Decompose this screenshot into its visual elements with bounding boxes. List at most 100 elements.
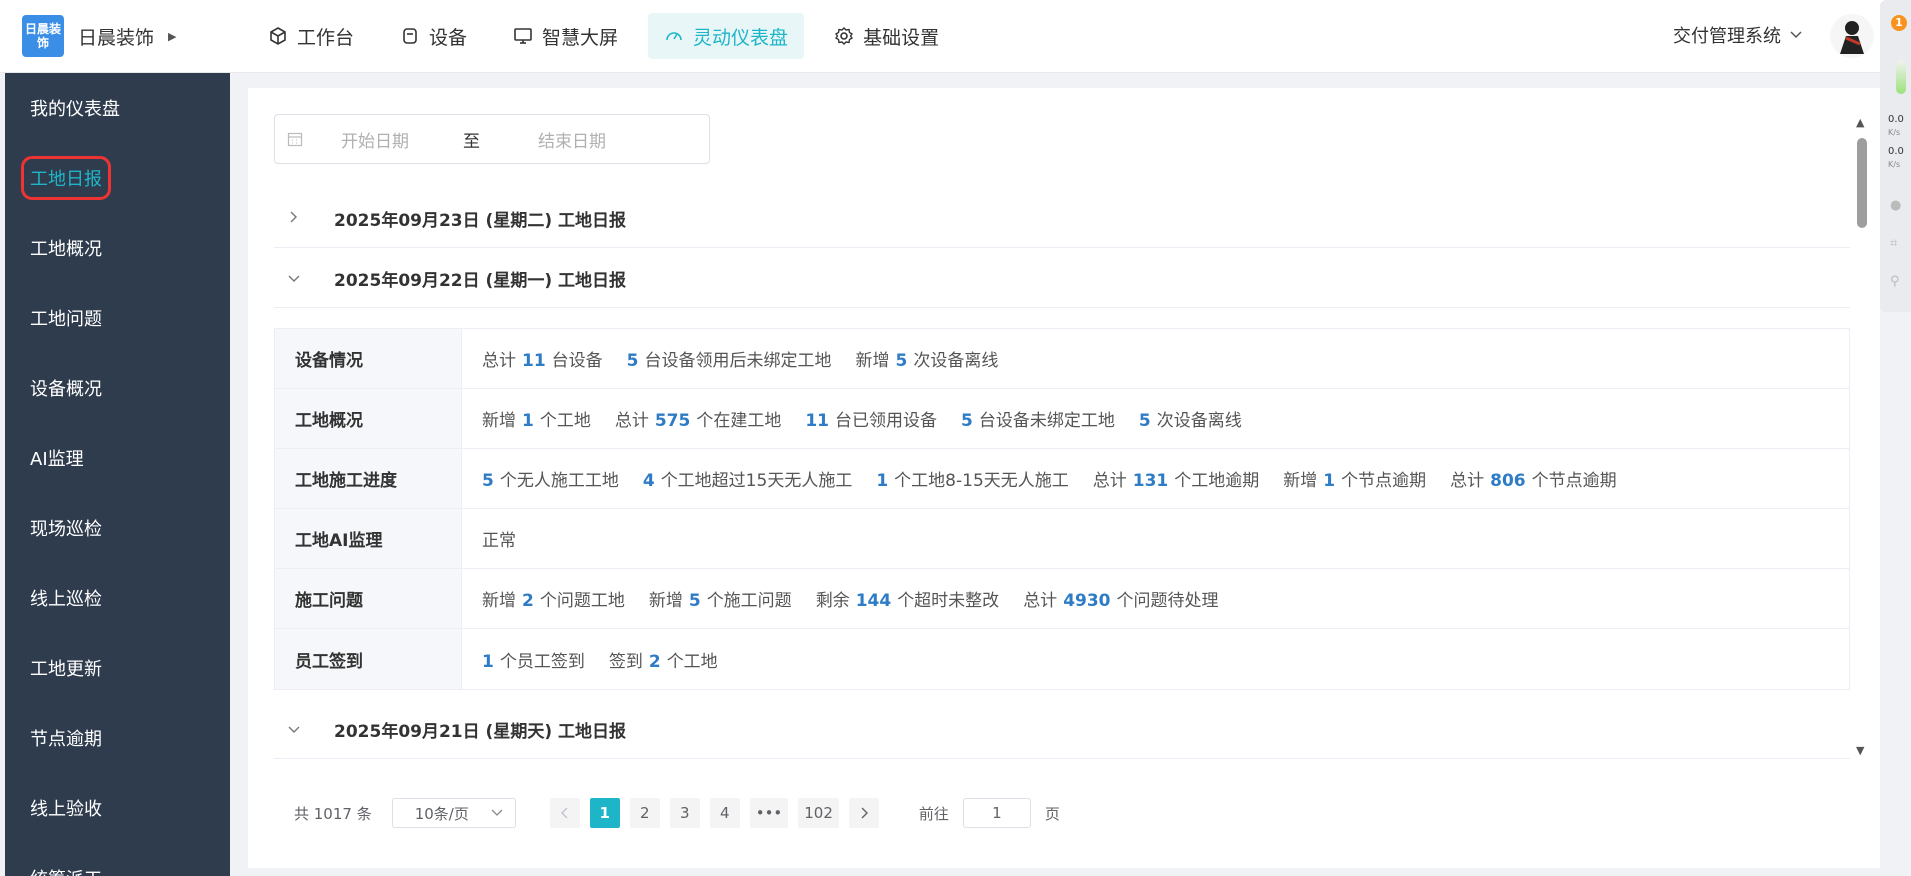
goto-page: 前往 1 页	[919, 798, 1060, 828]
stat-suffix: 个节点逾期	[1531, 471, 1617, 491]
user-avatar-icon	[1840, 21, 1864, 54]
brand-logo: 日晨装饰	[22, 15, 64, 57]
network-speed-widget[interactable]: 1 0.0 K/s 0.0 K/s ● ⌗ ⚲	[1880, 0, 1911, 312]
page-button[interactable]: 4	[709, 798, 740, 828]
detail-row-label: 施工问题	[275, 569, 462, 628]
stat-number: 806	[1490, 471, 1526, 491]
sidebar-item-device-overview[interactable]: 设备概况	[5, 353, 230, 423]
sidebar-item-label: 线上巡检	[30, 589, 102, 610]
chevron-left-icon	[560, 807, 568, 819]
report-detail-table: 设备情况 总计 11 台设备 5 台设备领用后未绑定工地 新增 5 次设备离线 工地概况 新增 1 个工…	[274, 328, 1850, 690]
sidebar-item-site-issues[interactable]: 工地问题	[5, 283, 230, 353]
scroll-up-icon[interactable]: ▲	[1856, 116, 1864, 129]
nav-label: 灵动仪表盘	[693, 26, 789, 49]
chevron-down-icon	[1790, 31, 1802, 39]
system-select[interactable]: 交付管理系统	[1673, 22, 1803, 48]
sidebar-item-node-overdue[interactable]: 节点逾期	[5, 703, 230, 773]
chevron-right-icon	[861, 807, 868, 819]
next-page-button[interactable]	[848, 798, 879, 828]
sidebar-item-site-overview[interactable]: 工地概况	[5, 213, 230, 283]
report-header[interactable]: 2025年09月22日 (星期一) 工地日报	[274, 250, 1850, 308]
sidebar-item-online-inspection[interactable]: 线上巡检	[5, 563, 230, 633]
detail-row-label: 工地AI监理	[275, 509, 462, 568]
stat-suffix: 个无人施工工地	[499, 471, 619, 491]
prev-page-button[interactable]	[549, 798, 580, 828]
start-date-input[interactable]: 开始日期	[341, 127, 409, 152]
notification-badge: 1	[1891, 15, 1907, 31]
stat-number: 5	[1138, 411, 1151, 431]
sidebar-item-label: 节点逾期	[30, 729, 102, 750]
stat-segment: 新增 1 个工地	[482, 406, 591, 431]
sidebar-item-my-dashboard[interactable]: 我的仪表盘	[5, 73, 230, 143]
dashboard-icon	[666, 32, 682, 41]
brand[interactable]: 日晨装饰 日晨装饰 ▶	[0, 15, 230, 57]
stat-number: 11	[522, 351, 546, 371]
nav-device[interactable]: 设备	[384, 13, 483, 59]
upload-unit: K/s	[1888, 128, 1901, 137]
stat-prefix: 剩余	[815, 591, 850, 611]
detail-row-values: 正常	[462, 509, 1849, 568]
sidebar-item-site-updates[interactable]: 工地更新	[5, 633, 230, 703]
goto-page-input[interactable]: 1	[962, 798, 1031, 828]
crop-icon[interactable]: ⌗	[1890, 236, 1908, 252]
sidebar-item-dispatch[interactable]: 统筹派工	[5, 843, 230, 876]
stat-suffix: 个施工问题	[706, 591, 792, 611]
stat-suffix: 个工地	[539, 411, 591, 431]
sidebar-item-onsite-inspection[interactable]: 现场巡检	[5, 493, 230, 563]
detail-row-values: 新增 1 个工地 总计 575 个在建工地 11 台已领用设备 5 台设备未绑定工地 5 次设备离线	[462, 389, 1849, 448]
sidebar-item-label: 工地问题	[30, 309, 102, 330]
stat-number: 1	[522, 411, 534, 431]
avatar[interactable]	[1830, 14, 1874, 58]
stat-suffix: 个员工签到	[499, 651, 585, 672]
stat-number: 144	[855, 591, 892, 611]
nav-big-screen[interactable]: 智慧大屏	[497, 13, 634, 59]
nav-label: 设备	[429, 26, 468, 49]
scrollbar[interactable]: ▲ ▼	[1854, 116, 1868, 757]
search-icon[interactable]: ⚲	[1890, 274, 1908, 290]
chevron-down-icon	[274, 271, 334, 287]
end-date-input[interactable]: 结束日期	[538, 127, 606, 152]
nav-dashboard[interactable]: 灵动仪表盘	[648, 13, 805, 59]
page-button[interactable]: 102	[798, 798, 839, 828]
report-header[interactable]: 2025年09月21日 (星期天) 工地日报	[274, 701, 1850, 759]
sidebar-item-label: 统筹派工	[30, 865, 102, 876]
scroll-thumb[interactable]	[1857, 138, 1867, 228]
stat-prefix: 新增	[482, 591, 516, 611]
report-header[interactable]: 2025年09月23日 (星期二) 工地日报	[274, 190, 1850, 248]
page-size-value: 10条/页	[414, 804, 469, 823]
stat-suffix: 个工地逾期	[1174, 471, 1260, 491]
more-pages-button[interactable]: •••	[749, 798, 789, 828]
chevron-down-icon	[491, 809, 503, 816]
sidebar-item-label: 我的仪表盘	[30, 99, 120, 120]
monitor-icon	[514, 28, 532, 44]
sidebar-item-site-daily[interactable]: 工地日报	[5, 143, 230, 213]
detail-row-label: 工地概况	[275, 389, 462, 448]
report-title: 2025年09月21日 (星期天) 工地日报	[334, 722, 627, 742]
stat-segment: 签到 2 个工地	[609, 647, 718, 672]
page-button[interactable]: 3	[669, 798, 700, 828]
stat-segment: 正常	[482, 526, 516, 551]
stat-prefix: 新增	[648, 591, 683, 611]
nav-workbench[interactable]: 工作台	[252, 13, 370, 59]
chat-icon[interactable]: ●	[1890, 198, 1908, 214]
page-button[interactable]: 1	[589, 798, 620, 828]
stat-prefix: 新增	[482, 411, 516, 431]
date-range-picker[interactable]: 开始日期 至 结束日期	[274, 114, 710, 164]
stat-segment: 4 个工地超过15天无人施工	[643, 466, 852, 491]
main-nav: 工作台 设备 智慧大屏 灵动仪表盘 基础设置	[252, 13, 955, 59]
stat-suffix: 个节点逾期	[1341, 471, 1427, 491]
report-title: 2025年09月22日 (星期一) 工地日报	[334, 271, 627, 291]
device-icon	[403, 28, 417, 44]
page-size-select[interactable]: 10条/页	[391, 798, 516, 828]
detail-row: 工地施工进度 5 个无人施工工地 4 个工地超过15天无人施工 1 个工地8-15天无人施工…	[275, 449, 1849, 509]
sidebar-item-online-acceptance[interactable]: 线上验收	[5, 773, 230, 843]
sidebar-item-ai-supervision[interactable]: AI监理	[5, 423, 230, 493]
usage-bar	[1896, 60, 1906, 94]
stat-suffix: 次设备离线	[913, 351, 999, 371]
nav-basic-settings[interactable]: 基础设置	[818, 13, 955, 59]
download-speed: 0.0	[1888, 146, 1904, 157]
nav-label: 基础设置	[863, 26, 940, 49]
stat-number: 5	[482, 471, 494, 491]
page-button[interactable]: 2	[629, 798, 660, 828]
scroll-down-icon[interactable]: ▼	[1856, 744, 1864, 757]
